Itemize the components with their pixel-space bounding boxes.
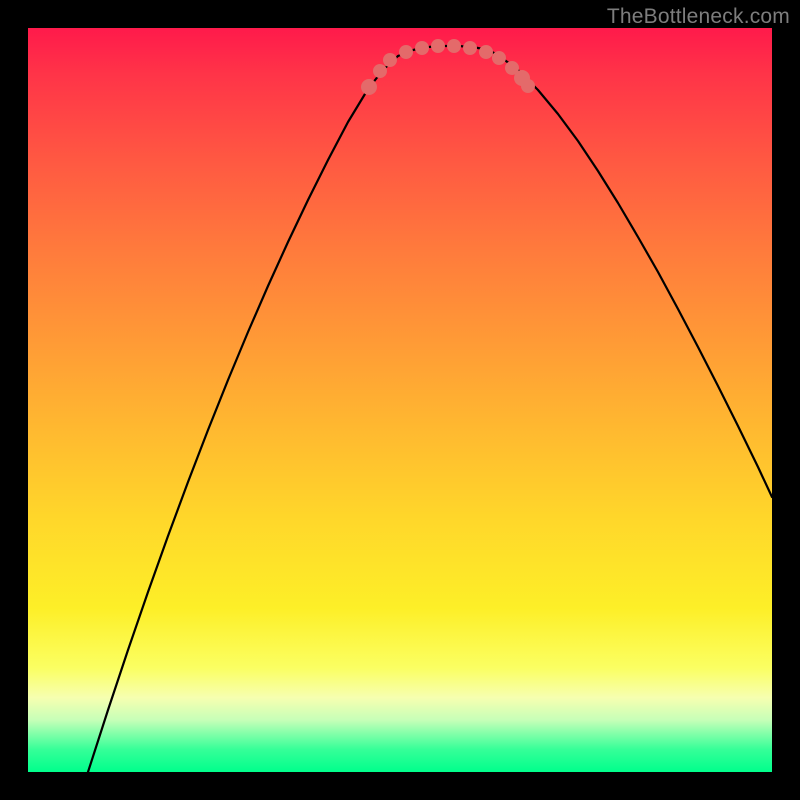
- highlight-marker: [479, 45, 493, 59]
- highlight-marker: [415, 41, 429, 55]
- highlight-marker: [361, 79, 377, 95]
- highlight-marker: [492, 51, 506, 65]
- curve-right-branch: [498, 55, 772, 497]
- highlight-marker: [521, 79, 535, 93]
- curve-left-branch: [88, 56, 398, 772]
- highlight-marker: [383, 53, 397, 67]
- chart-frame: TheBottleneck.com: [0, 0, 800, 800]
- highlight-marker: [463, 41, 477, 55]
- plot-area: [28, 28, 772, 772]
- highlight-marker: [373, 64, 387, 78]
- watermark-text: TheBottleneck.com: [607, 5, 790, 29]
- highlight-marker: [399, 45, 413, 59]
- curve-group: [88, 46, 772, 772]
- highlight-marker: [447, 39, 461, 53]
- curve-layer: [28, 28, 772, 772]
- highlight-marker: [431, 39, 445, 53]
